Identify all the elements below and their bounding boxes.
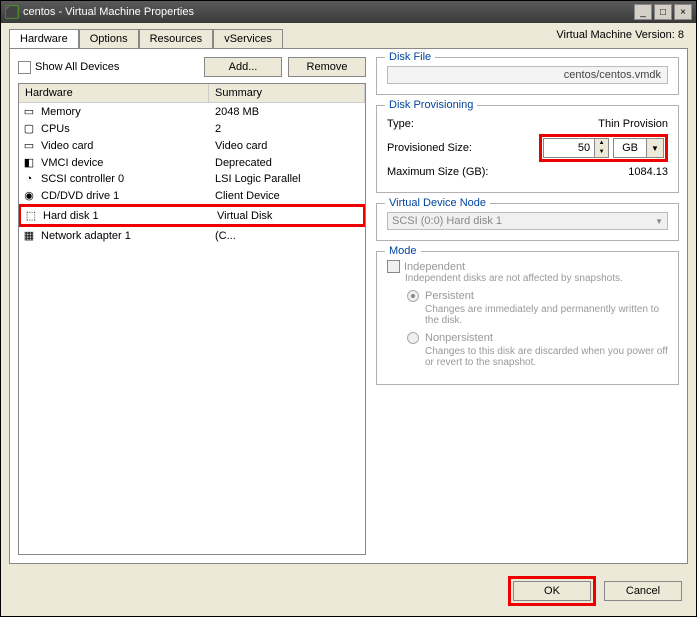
app-icon: ⬛ <box>5 5 19 19</box>
device-summary: (C... <box>209 230 365 242</box>
device-name: CPUs <box>39 123 209 135</box>
show-all-devices-checkbox[interactable]: Show All Devices <box>18 61 119 74</box>
vdn-select: SCSI (0:0) Hard disk 1 ▼ <box>387 212 668 230</box>
dialog-footer: OK Cancel <box>508 576 682 606</box>
provisioned-size-input[interactable] <box>544 139 594 157</box>
col-summary[interactable]: Summary <box>209 84 365 102</box>
device-summary: 2 <box>209 123 365 135</box>
ok-button[interactable]: OK <box>513 581 591 601</box>
hw-row-memory[interactable]: ▭Memory2048 MB <box>19 103 365 120</box>
device-summary: 2048 MB <box>209 106 365 118</box>
remove-button[interactable]: Remove <box>288 57 366 77</box>
tab-bar: Hardware Options Resources vServices <box>9 29 283 48</box>
type-value: Thin Provision <box>598 118 668 130</box>
checkbox-icon <box>18 61 31 74</box>
max-size-label: Maximum Size (GB): <box>387 166 517 178</box>
hw-row-hard-disk-1[interactable]: ⬚Hard disk 1Virtual Disk <box>19 204 365 227</box>
provisioned-size-highlight: ▲▼ GB ▼ <box>539 134 668 162</box>
device-summary: Client Device <box>209 190 365 202</box>
device-name: Network adapter 1 <box>39 230 209 242</box>
device-icon: ◔ <box>19 173 39 185</box>
tab-vservices[interactable]: vServices <box>213 29 283 48</box>
device-name: CD/DVD drive 1 <box>39 190 209 202</box>
device-icon: ◧ <box>19 156 39 169</box>
hw-row-cd-dvd-drive-1[interactable]: ◉CD/DVD drive 1Client Device <box>19 187 365 204</box>
persistent-radio <box>407 290 419 302</box>
spinner-down-icon[interactable]: ▼ <box>595 148 608 157</box>
device-icon: ◉ <box>19 189 39 202</box>
device-name: Hard disk 1 <box>41 210 211 222</box>
col-hardware[interactable]: Hardware <box>19 84 209 102</box>
tab-hardware[interactable]: Hardware <box>9 29 79 48</box>
dropdown-icon: ▼ <box>646 139 663 157</box>
right-pane: Disk File centos/centos.vmdk Disk Provis… <box>366 57 679 555</box>
window-title: centos - Virtual Machine Properties <box>23 6 194 18</box>
device-icon: ⬚ <box>21 209 41 222</box>
tab-options[interactable]: Options <box>79 29 139 48</box>
provisioned-size-label: Provisioned Size: <box>387 142 517 154</box>
minimize-button[interactable]: _ <box>634 4 652 20</box>
type-label: Type: <box>387 118 517 130</box>
maximize-button[interactable]: □ <box>654 4 672 20</box>
dropdown-icon: ▼ <box>655 217 663 226</box>
hw-row-scsi-controller-0[interactable]: ◔SCSI controller 0LSI Logic Parallel <box>19 171 365 187</box>
size-unit-select[interactable]: GB ▼ <box>613 138 664 158</box>
vm-properties-window: ⬛ centos - Virtual Machine Properties _ … <box>0 0 697 617</box>
left-pane: Show All Devices Add... Remove Hardware … <box>18 57 366 555</box>
hw-row-cpus[interactable]: ▢CPUs2 <box>19 120 365 137</box>
hw-row-vmci-device[interactable]: ◧VMCI deviceDeprecated <box>19 154 365 171</box>
hw-row-video-card[interactable]: ▭Video cardVideo card <box>19 137 365 154</box>
device-summary: Video card <box>209 140 365 152</box>
device-icon: ▭ <box>19 105 39 118</box>
ok-highlight: OK <box>508 576 596 606</box>
spinner-up-icon[interactable]: ▲ <box>595 139 608 148</box>
virtual-device-node-group: Virtual Device Node SCSI (0:0) Hard disk… <box>376 203 679 241</box>
provisioned-size-spinner[interactable]: ▲▼ <box>543 138 609 158</box>
device-icon: ▭ <box>19 139 39 152</box>
tab-resources[interactable]: Resources <box>139 29 214 48</box>
device-name: Memory <box>39 106 209 118</box>
device-icon: ▢ <box>19 122 39 135</box>
device-name: VMCI device <box>39 157 209 169</box>
titlebar: ⬛ centos - Virtual Machine Properties _ … <box>1 1 696 23</box>
disk-file-path: centos/centos.vmdk <box>387 66 668 84</box>
hw-row-network-adapter-1[interactable]: ▦Network adapter 1(C... <box>19 227 365 244</box>
body-area: Show All Devices Add... Remove Hardware … <box>9 48 688 564</box>
device-summary: Virtual Disk <box>211 210 363 222</box>
device-name: SCSI controller 0 <box>39 173 209 185</box>
close-button[interactable]: × <box>674 4 692 20</box>
nonpersistent-radio <box>407 332 419 344</box>
max-size-value: 1084.13 <box>628 166 668 178</box>
add-button[interactable]: Add... <box>204 57 282 77</box>
cancel-button[interactable]: Cancel <box>604 581 682 601</box>
device-summary: LSI Logic Parallel <box>209 173 365 185</box>
device-name: Video card <box>39 140 209 152</box>
vm-version: Virtual Machine Version: 8 <box>556 23 696 48</box>
mode-group: Mode Independent Independent disks are n… <box>376 251 679 385</box>
disk-file-group: Disk File centos/centos.vmdk <box>376 57 679 95</box>
hardware-list: Hardware Summary ▭Memory2048 MB▢CPUs2▭Vi… <box>18 83 366 555</box>
device-icon: ▦ <box>19 229 39 242</box>
device-summary: Deprecated <box>209 157 365 169</box>
independent-checkbox <box>387 260 400 273</box>
disk-provisioning-group: Disk Provisioning Type: Thin Provision P… <box>376 105 679 193</box>
